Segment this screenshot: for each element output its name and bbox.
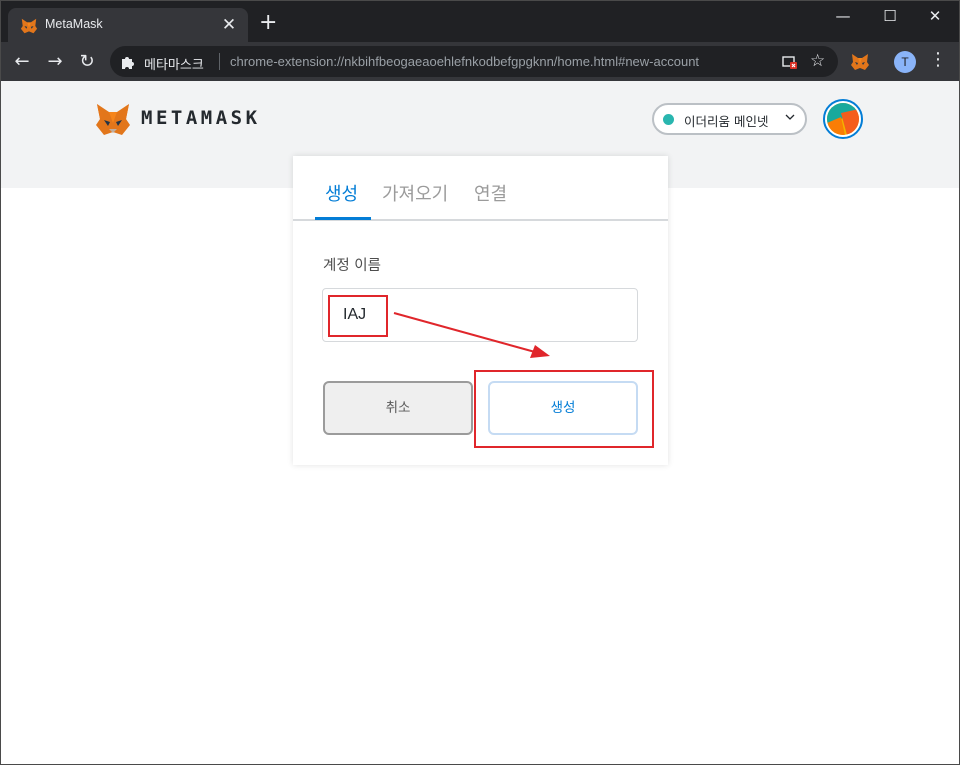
brand-wordmark: METAMASK <box>141 107 261 129</box>
chevron-down-icon <box>785 114 795 120</box>
account-avatar[interactable] <box>823 99 863 139</box>
tab-connect[interactable]: 연결 <box>474 180 507 206</box>
tab-import[interactable]: 가져오기 <box>382 180 448 206</box>
annotation-button-highlight <box>474 370 654 448</box>
browser-title-bar: MetaMask ✕ + — ☐ ✕ <box>0 0 960 42</box>
window-minimize-button[interactable]: — <box>828 5 858 27</box>
profile-avatar[interactable]: T <box>894 51 916 73</box>
popup-blocked-icon[interactable] <box>782 54 798 70</box>
address-separator <box>219 53 220 70</box>
metamask-fox-icon <box>20 18 38 34</box>
reload-button[interactable]: ↻ <box>74 49 100 75</box>
account-tabs: 생성 가져오기 연결 <box>293 156 668 221</box>
forward-button[interactable]: → <box>42 49 68 75</box>
tab-close-icon[interactable]: ✕ <box>218 14 240 36</box>
cancel-button[interactable]: 취소 <box>323 381 473 435</box>
network-label: 이더리움 메인넷 <box>684 114 769 129</box>
browser-menu-icon[interactable]: ⋮ <box>928 49 948 70</box>
browser-toolbar: ← → ↻ 메타마스크 chrome-extension://nkbihfbeo… <box>0 42 960 81</box>
network-status-dot <box>663 114 674 125</box>
site-name: 메타마스크 <box>144 58 204 73</box>
browser-tab[interactable]: MetaMask ✕ <box>8 8 248 42</box>
window-close-button[interactable]: ✕ <box>920 5 950 27</box>
back-button[interactable]: ← <box>9 49 35 75</box>
metamask-logo-icon[interactable] <box>95 103 131 137</box>
window-maximize-button[interactable]: ☐ <box>875 5 905 27</box>
metamask-extension-icon[interactable] <box>850 52 870 72</box>
new-tab-button[interactable]: + <box>259 12 277 34</box>
url-text[interactable]: chrome-extension://nkbihfbeogaeaoehlefnk… <box>230 54 699 69</box>
tab-create[interactable]: 생성 <box>325 180 358 206</box>
network-selector[interactable]: 이더리움 메인넷 <box>652 103 807 135</box>
extension-puzzle-icon <box>122 57 134 69</box>
tab-title: MetaMask <box>45 17 103 31</box>
active-tab-indicator <box>315 217 371 220</box>
address-bar[interactable]: 메타마스크 chrome-extension://nkbihfbeogaeaoe… <box>110 46 838 77</box>
account-name-label: 계정 이름 <box>323 258 381 274</box>
identicon <box>827 103 859 135</box>
bookmark-star-icon[interactable]: ☆ <box>810 51 825 71</box>
annotation-input-highlight <box>328 295 388 337</box>
